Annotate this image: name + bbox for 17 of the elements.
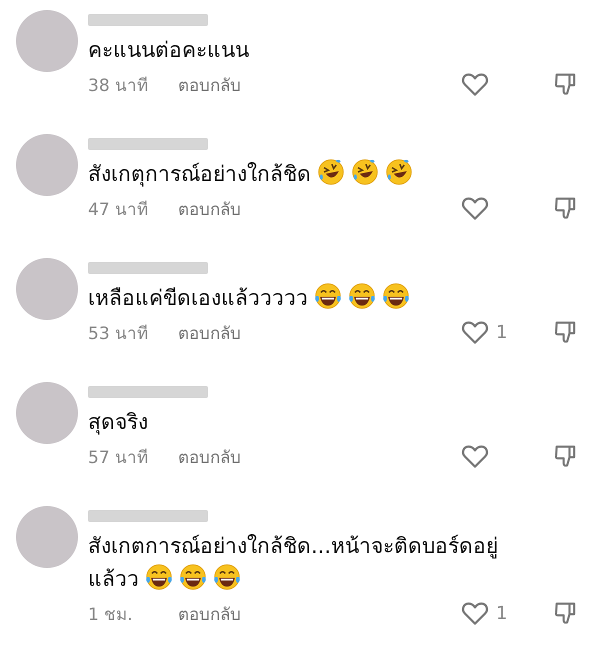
reply-link[interactable]: ตอบกลับ: [178, 442, 241, 470]
comment-text: สุดจริง: [88, 409, 149, 437]
reply-link[interactable]: ตอบกลับ: [178, 318, 241, 346]
like-count: 1: [496, 322, 508, 342]
comment-text: คะแนนต่อคะแนน: [88, 37, 250, 64]
comment-text: สังเกตการณ์อย่างใกล้ชิด...หน้าจะติดบอร์ดอยู่แล้วว: [88, 533, 500, 593]
comment-time: 53 นาที: [88, 322, 150, 346]
comment-time: 38 นาที: [88, 74, 150, 98]
reply-link[interactable]: ตอบกลับ: [178, 194, 241, 222]
reply-link[interactable]: ตอบกลับ: [178, 600, 241, 626]
reply-link[interactable]: ตอบกลับ: [178, 70, 241, 98]
comment-time: 47 นาที: [88, 198, 150, 222]
comment-text: เหลือแค่ขีดเองแล้ววววว: [88, 282, 518, 315]
comment-time: 1 ชม.: [88, 604, 134, 626]
like-count: 1: [496, 602, 508, 624]
comment-time: 57 นาที: [88, 446, 150, 470]
comment-text: สังเกตุการณ์อย่างใกล้ชิด: [88, 158, 518, 191]
